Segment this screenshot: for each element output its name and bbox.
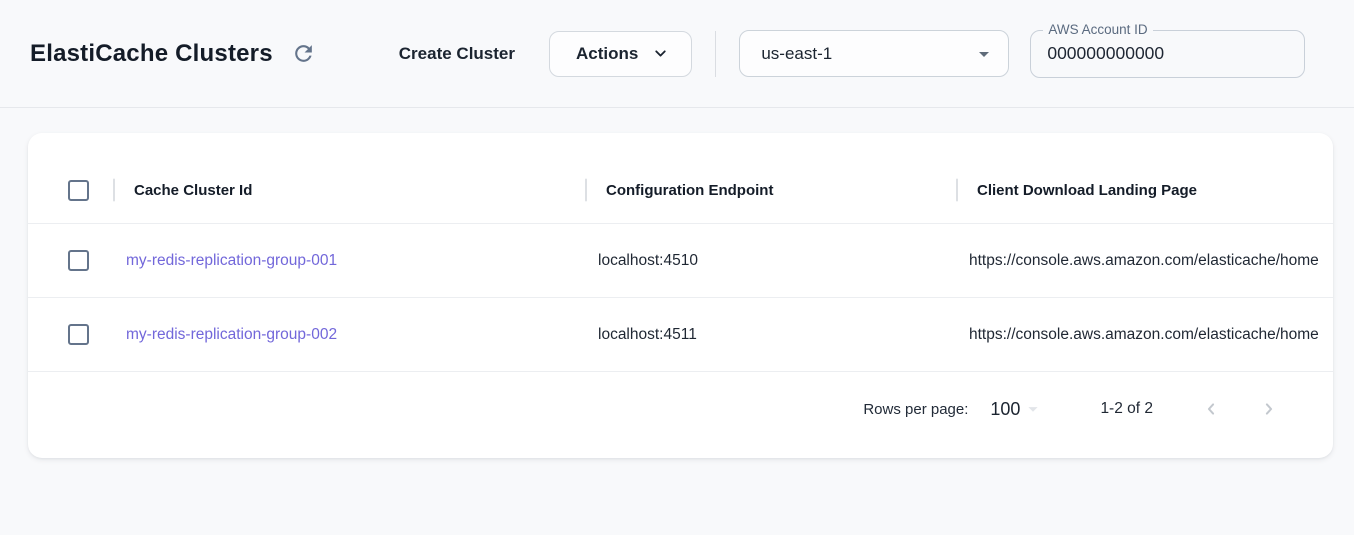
cluster-id-link[interactable]: my-redis-replication-group-001 [126,252,337,269]
landing-page-cell: https://console.aws.amazon.com/elasticac… [956,252,1333,270]
actions-button[interactable]: Actions [549,31,692,77]
top-bar: ElastiCache Clusters Create Cluster Acti… [0,0,1354,108]
dropdown-caret-icon [972,42,996,66]
column-header-configuration-endpoint[interactable]: Configuration Endpoint [585,157,956,223]
dropdown-caret-icon [1022,398,1044,420]
column-separator [585,179,587,202]
region-select-value: us-east-1 [761,44,972,64]
chevron-right-icon [1259,399,1279,419]
column-header-cache-cluster-id[interactable]: Cache Cluster Id [113,157,585,223]
page-title: ElastiCache Clusters [30,40,273,68]
select-all-checkbox[interactable] [68,180,89,201]
chevron-left-icon [1201,399,1221,419]
create-cluster-button[interactable]: Create Cluster [399,44,515,64]
row-checkbox[interactable] [68,324,89,345]
refresh-icon [291,41,316,66]
row-checkbox[interactable] [68,250,89,271]
configuration-endpoint-cell: localhost:4510 [585,252,956,270]
refresh-button[interactable] [287,37,321,71]
chevron-down-icon [652,45,669,62]
rows-per-page-value: 100 [990,399,1020,420]
next-page-button[interactable] [1251,391,1287,427]
table-header-row: Cache Cluster Id Configuration Endpoint … [28,157,1333,224]
column-separator [956,179,958,202]
aws-account-id-input[interactable] [1031,43,1304,64]
pagination-range-label: 1-2 of 2 [1100,400,1153,418]
landing-page-cell: https://console.aws.amazon.com/elasticac… [956,326,1333,344]
rows-per-page-select[interactable]: 100 [990,398,1044,420]
pagination-bar: Rows per page: 100 1-2 of 2 [28,372,1333,458]
aws-account-id-label: AWS Account ID [1043,22,1152,37]
actions-button-label: Actions [576,44,638,64]
clusters-table-card: Cache Cluster Id Configuration Endpoint … [28,133,1333,458]
configuration-endpoint-cell: localhost:4511 [585,326,956,344]
column-header-client-download-landing-page[interactable]: Client Download Landing Page [956,157,1333,223]
aws-account-id-field: AWS Account ID [1030,30,1305,78]
rows-per-page-label: Rows per page: [863,401,968,418]
cluster-id-link[interactable]: my-redis-replication-group-002 [126,326,337,343]
header-divider [715,31,716,77]
table-row: my-redis-replication-group-001 localhost… [28,224,1333,298]
previous-page-button[interactable] [1193,391,1229,427]
table-row: my-redis-replication-group-002 localhost… [28,298,1333,372]
region-select[interactable]: us-east-1 [739,30,1009,77]
column-separator [113,179,115,202]
